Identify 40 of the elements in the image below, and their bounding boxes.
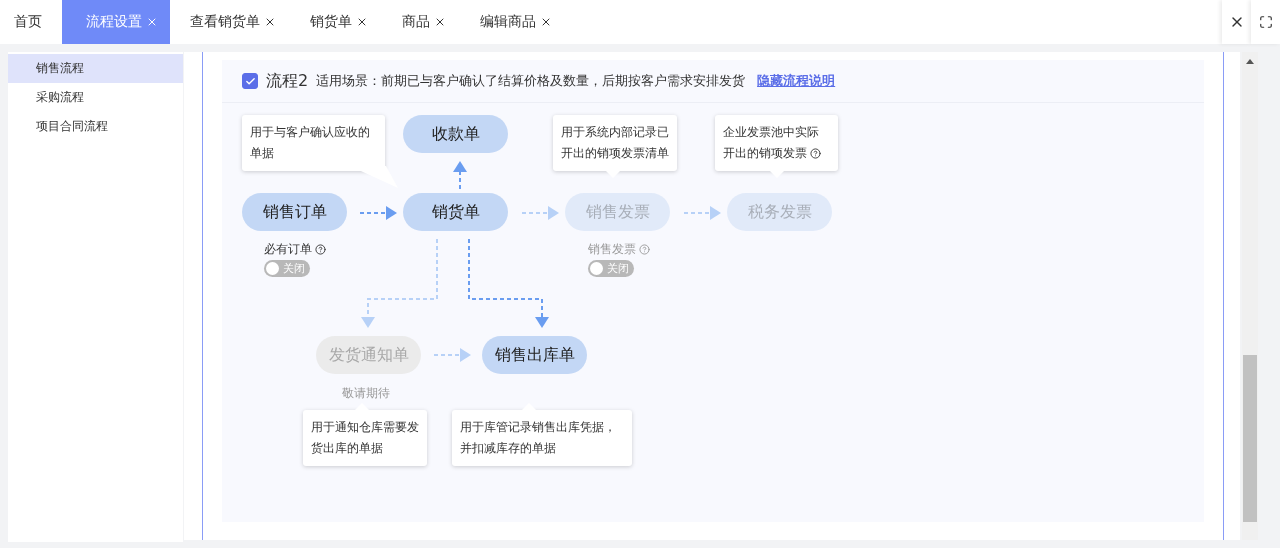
fullscreen-icon <box>1258 15 1273 29</box>
connector-arrow <box>359 206 397 220</box>
tooltip-note: 用于通知仓库需要发货出库的单据 <box>303 410 427 466</box>
flow-node[interactable]: 销售出库单 <box>482 336 587 374</box>
sidebar-item[interactable]: 采购流程 <box>8 83 183 112</box>
close-icon[interactable] <box>264 16 276 28</box>
close-icon[interactable] <box>434 16 446 28</box>
tab[interactable]: 编辑商品 <box>466 0 566 44</box>
tab[interactable]: 商品 <box>388 0 460 44</box>
flow-title: 流程2 <box>266 70 309 92</box>
tab[interactable]: 首页 <box>0 0 56 44</box>
close-button[interactable] <box>1222 0 1251 44</box>
connector-arrow <box>521 206 559 220</box>
close-icon[interactable] <box>540 16 552 28</box>
sidebar-item[interactable]: 项目合同流程 <box>8 112 183 141</box>
help-icon <box>810 148 821 159</box>
flow-node[interactable]: 销货单 <box>403 193 508 231</box>
scrollbar[interactable] <box>1242 52 1258 540</box>
tab[interactable]: 销货单 <box>296 0 382 44</box>
hide-description-link[interactable]: 隐藏流程说明 <box>757 72 836 90</box>
checkbox[interactable] <box>242 73 258 89</box>
sidebar-item[interactable]: 销售流程 <box>8 54 183 83</box>
help-icon <box>639 244 650 255</box>
coming-soon-label: 敬请期待 <box>342 385 390 402</box>
switch-label: 销售发票 <box>588 241 636 258</box>
help-icon <box>315 244 326 255</box>
tooltip-note: 用于系统内部记录已开出的销项发票清单 <box>553 115 677 171</box>
tooltip-note: 企业发票池中实际开出的销项发票 <box>715 115 838 171</box>
check-icon <box>244 75 256 87</box>
flow-node[interactable]: 收款单 <box>403 115 508 153</box>
scene-text: 适用场景：前期已与客户确认了结算价格及数量，后期按客户需求安排发货 <box>316 72 746 90</box>
connector-arrow <box>433 348 471 362</box>
connector-arrow <box>683 206 721 220</box>
connector-arrow <box>453 161 467 190</box>
flow-node[interactable]: 销售订单 <box>242 193 347 231</box>
fullscreen-button[interactable] <box>1251 0 1280 44</box>
switch-label: 必有订单 <box>264 241 312 258</box>
tab[interactable]: 查看销货单 <box>176 0 290 44</box>
tooltip-note: 用于库管记录销售出库凭据，并扣减库存的单据 <box>452 410 632 466</box>
close-icon[interactable] <box>356 16 368 28</box>
